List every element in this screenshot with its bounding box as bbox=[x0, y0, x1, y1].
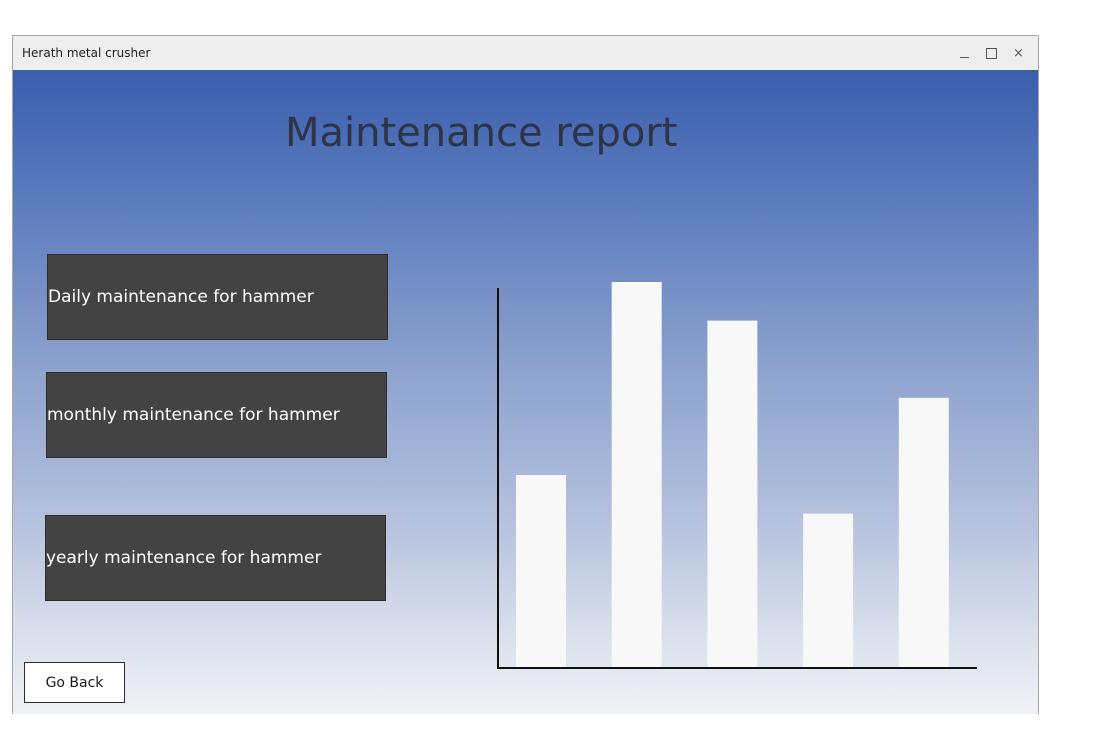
maintenance-bar-chart bbox=[497, 282, 977, 669]
maximize-icon bbox=[986, 47, 997, 59]
minimize-icon bbox=[960, 56, 969, 58]
window-controls: × bbox=[951, 36, 1032, 70]
app-window: Herath metal crusher × Maintenance repor… bbox=[12, 35, 1039, 714]
title-bar[interactable]: Herath metal crusher × bbox=[13, 36, 1038, 70]
chart-bar-4 bbox=[803, 513, 854, 668]
daily-maintenance-button[interactable]: Daily maintenance for hammer bbox=[47, 254, 388, 340]
chart-bar-5 bbox=[898, 397, 949, 668]
chart-bars bbox=[516, 282, 949, 668]
main-content: Maintenance report Daily maintenance for… bbox=[13, 70, 1038, 714]
minimize-button[interactable] bbox=[951, 36, 978, 70]
close-button[interactable]: × bbox=[1005, 36, 1032, 70]
chart-bar-1 bbox=[516, 475, 566, 668]
yearly-maintenance-button[interactable]: yearly maintenance for hammer bbox=[45, 515, 386, 601]
go-back-button[interactable]: Go Back bbox=[24, 662, 125, 703]
monthly-maintenance-button[interactable]: monthly maintenance for hammer bbox=[46, 372, 387, 458]
chart-bar-3 bbox=[707, 320, 758, 668]
close-icon: × bbox=[1013, 45, 1024, 61]
window-title: Herath metal crusher bbox=[22, 46, 151, 60]
chart-bar-2 bbox=[611, 282, 662, 668]
page-title: Maintenance report bbox=[285, 110, 678, 156]
maximize-button[interactable] bbox=[978, 36, 1005, 70]
